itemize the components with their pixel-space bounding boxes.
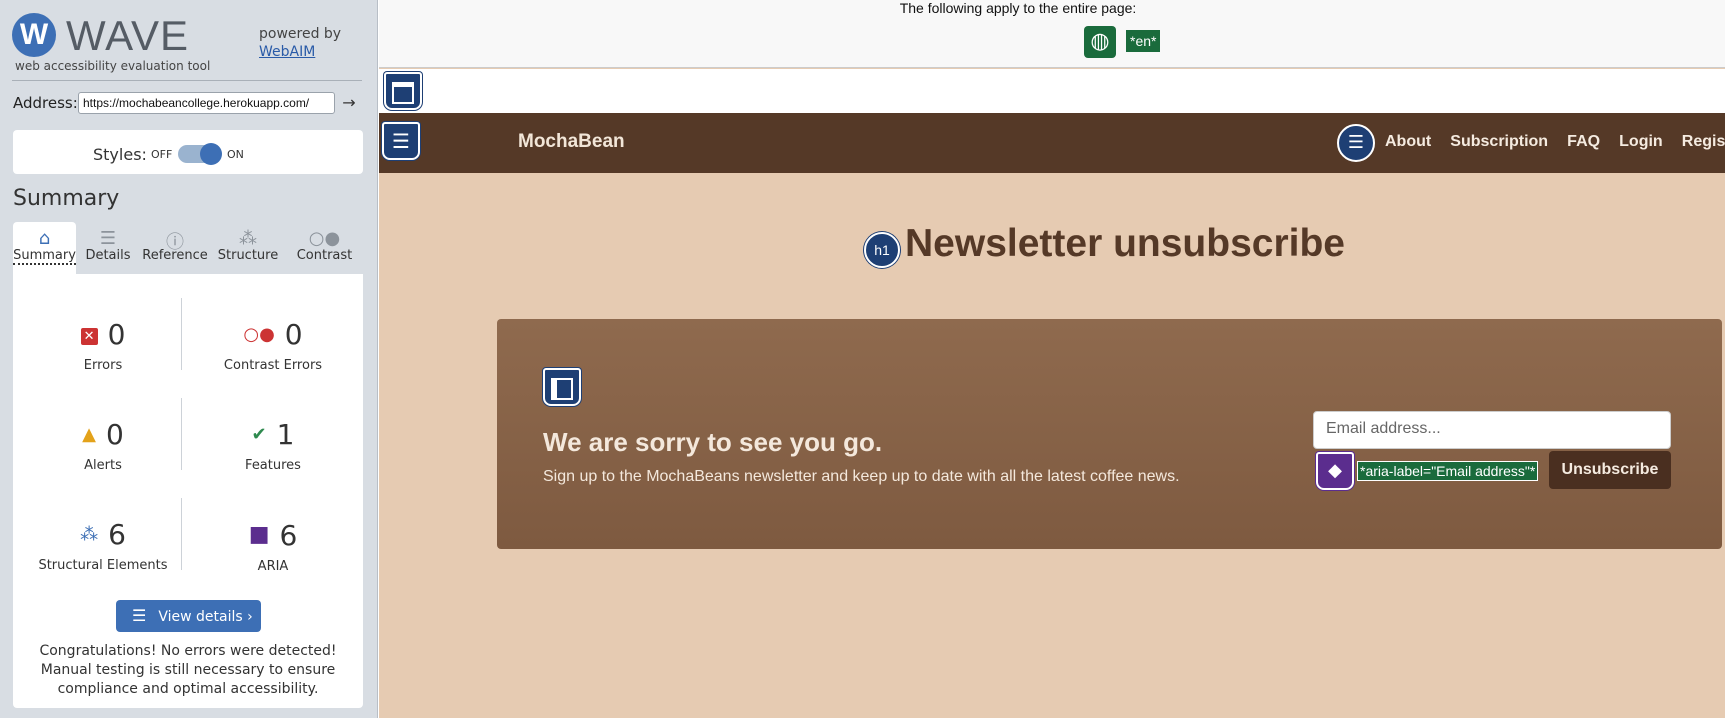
summary-title: Summary (13, 186, 120, 211)
error-icon: ✕ (80, 318, 98, 352)
tab-label: Reference (142, 248, 208, 263)
tab-contrast[interactable]: ○● Contrast (286, 222, 363, 274)
nav-about[interactable]: About (1385, 133, 1431, 150)
site-navbar: ☰ MochaBean ☰ About Subscription FAQ Log… (379, 113, 1725, 173)
stat-errors[interactable]: ✕ 0 Errors (28, 318, 178, 373)
wave-sidebar: W WAVE web accessibility evaluation tool… (0, 0, 378, 718)
view-details-label: View details › (158, 609, 253, 625)
divider (181, 498, 182, 570)
tab-reference[interactable]: ⓘ Reference (140, 222, 210, 274)
features-count: 1 (276, 418, 295, 451)
h1-icon[interactable]: h1 (864, 232, 900, 268)
main-region-icon[interactable] (543, 368, 581, 406)
nav-links: About Subscription FAQ Login Register (1385, 131, 1725, 151)
tab-details[interactable]: ☰ Details (78, 222, 138, 274)
address-input[interactable]: https://mochabeancollege.herokuapp.com/ (78, 92, 335, 114)
stat-structural[interactable]: ⁂ 6 Structural Elements (28, 518, 178, 573)
stat-features[interactable]: ✔ 1 Features (198, 418, 348, 473)
alerts-label: Alerts (84, 458, 122, 473)
nav-faq[interactable]: FAQ (1567, 133, 1600, 150)
list-icon[interactable]: ☰ (1337, 124, 1375, 162)
feature-check-icon: ✔ (251, 424, 267, 445)
structural-label: Structural Elements (38, 558, 168, 573)
alert-icon: ▲ (82, 424, 96, 445)
card-heading: We are sorry to see you go. (543, 427, 883, 457)
arrow-right-icon[interactable]: → (339, 93, 359, 113)
wave-logo-icon: W (12, 13, 56, 57)
home-icon: ⌂ (38, 228, 51, 249)
navigation-region-icon[interactable]: ☰ (382, 122, 420, 160)
address-bar: Address: https://mochabeancollege.heroku… (13, 92, 363, 114)
list-icon: ☰ (132, 606, 147, 625)
styles-label: Styles: (93, 145, 147, 164)
structural-count: 6 (108, 518, 126, 551)
email-field[interactable]: Email address... (1313, 411, 1671, 449)
site-brand[interactable]: MochaBean (518, 131, 625, 153)
page-title: Newsletter unsubscribe (905, 222, 1345, 265)
errors-label: Errors (83, 358, 123, 373)
errors-count: 0 (107, 318, 126, 351)
page-level-bar: The following apply to the entire page: … (379, 0, 1725, 68)
styles-toggle-panel: Styles: OFF ON (13, 130, 363, 174)
view-details-button[interactable]: ☰ View details › (116, 600, 261, 632)
card-text: Sign up to the MochaBeans newsletter and… (543, 468, 1180, 485)
tab-label: Structure (217, 248, 279, 263)
info-icon: ⓘ (166, 232, 184, 253)
divider (12, 80, 362, 81)
aria-label-icon[interactable]: ◆ (1316, 452, 1354, 490)
toggle-knob (200, 143, 222, 165)
divider (181, 298, 182, 370)
aria-label-tag[interactable]: *aria-label="Email address"* (1357, 461, 1539, 481)
alerts-count: 0 (106, 418, 124, 451)
tab-label: Details (85, 248, 131, 263)
summary-panel: ✕ 0 Errors ○● 0 Contrast Errors ▲ 0 Alerts … (13, 274, 363, 708)
wave-wordmark: WAVE (66, 12, 190, 59)
tab-structure[interactable]: ⁂ Structure (212, 222, 284, 274)
tab-label: Contrast (296, 248, 353, 263)
webaim-link[interactable]: WebAIM (259, 44, 315, 60)
styles-on-label: ON (227, 148, 244, 161)
divider (181, 398, 182, 470)
contrast-errors-label: Contrast Errors (223, 358, 323, 373)
congrats-message: Congratulations! No errors were detected… (39, 643, 337, 697)
stat-aria[interactable]: ■ 6 ARIA (198, 518, 348, 574)
structure-icon: ⁂ (80, 524, 99, 545)
hierarchy-icon: ⁂ (239, 228, 257, 249)
page-top-strip (379, 69, 1725, 113)
language-tag[interactable]: *en* (1126, 30, 1161, 52)
unsubscribe-button[interactable]: Unsubscribe (1549, 451, 1671, 489)
stat-contrast-errors[interactable]: ○● 0 Contrast Errors (198, 318, 348, 373)
wave-tabs: ⌂ Summary ☰ Details ⓘ Reference ⁂ Struct… (13, 222, 363, 274)
features-label: Features (245, 458, 301, 473)
nav-register[interactable]: Register (1682, 133, 1725, 150)
region-icon[interactable] (384, 72, 422, 110)
globe-icon[interactable]: ◍ (1084, 26, 1116, 58)
applies-note: The following apply to the entire page: (899, 0, 1137, 16)
powered-by-text: powered by (259, 26, 342, 42)
address-label: Address: (13, 94, 78, 112)
tab-summary[interactable]: ⌂ Summary (13, 222, 76, 274)
contrast-icon: ○● (308, 228, 341, 249)
list-icon: ☰ (99, 228, 117, 249)
nav-subscription[interactable]: Subscription (1450, 133, 1548, 150)
page-preview: The following apply to the entire page: … (379, 0, 1725, 718)
nav-login[interactable]: Login (1619, 133, 1663, 150)
contrast-errors-count: 0 (284, 318, 303, 351)
wave-brand: W WAVE web accessibility evaluation tool… (12, 11, 362, 75)
aria-label: ARIA (257, 559, 289, 574)
contrast-error-icon: ○● (243, 324, 275, 345)
styles-off-label: OFF (151, 148, 173, 161)
wave-tagline: web accessibility evaluation tool (15, 59, 211, 73)
stat-alerts[interactable]: ▲ 0 Alerts (28, 418, 178, 473)
aria-cube-icon: ■ (248, 522, 270, 547)
aria-count: 6 (279, 519, 298, 552)
styles-toggle[interactable] (178, 143, 222, 165)
unsubscribe-card: We are sorry to see you go. Sign up to t… (497, 319, 1722, 549)
tab-label: Summary (13, 248, 76, 265)
